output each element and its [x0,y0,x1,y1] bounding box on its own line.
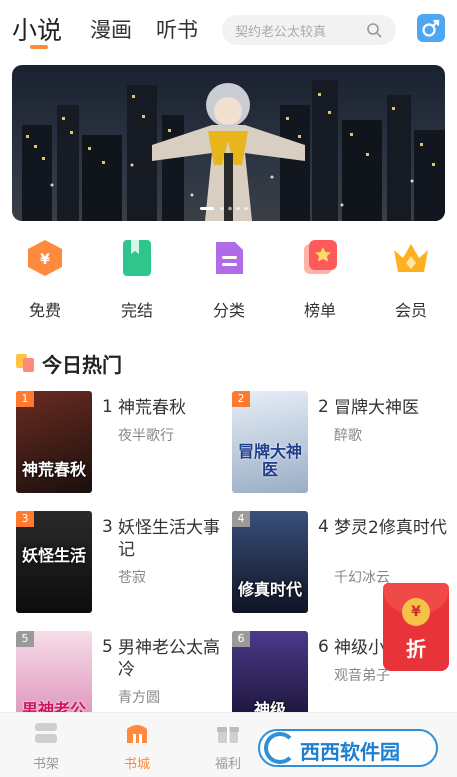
category-ranking[interactable]: 榜单 [290,238,350,321]
gender-switch-button[interactable] [417,14,445,42]
svg-text:¥: ¥ [40,252,50,268]
category-label: 榜单 [303,301,336,320]
book-title: 冒牌大神医 [334,398,419,418]
document-icon [209,238,249,278]
green-book-icon [117,238,157,278]
category-label: 完结 [120,301,153,320]
nav-label: 书架 [32,757,59,772]
category-vip[interactable]: 会员 [381,238,441,321]
nav-bookstore[interactable]: 书城 [107,721,167,772]
watermark-logo-icon [264,732,296,764]
site-watermark: 西西软件园 [258,729,438,767]
yen-coin-icon: ¥ [402,598,430,626]
top-header: 小说 漫画 听书 契约老公太较真 [0,0,457,58]
book-item[interactable]: 3 妖怪生活 3 妖怪生活大事记 苍寂 [16,511,231,621]
banner-artwork [22,80,445,221]
category-completed[interactable]: 完结 [107,238,167,321]
cover-title: 冒牌大神医 [237,442,302,479]
book-number: 5 [102,637,113,657]
rank-badge: 6 [232,631,250,647]
search-bar[interactable]: 契约老公太较真 [222,15,396,45]
book-author: 夜半歌行 [118,428,174,444]
male-symbol-icon [422,19,440,37]
book-number: 3 [102,517,113,537]
cover-title: 妖怪生活 [21,546,86,565]
book-author: 苍寂 [118,570,146,586]
book-cover: 1 神荒春秋 [16,391,92,493]
book-number: 6 [318,637,329,657]
nav-label: 福利 [214,757,241,772]
book-cover: 4 修真时代 [232,511,308,613]
promo-banner[interactable] [12,65,445,221]
section-mark-icon [16,354,34,372]
crown-icon [391,238,431,278]
book-title: 男神老公太高冷 [118,638,220,680]
tab-novel[interactable]: 小说 [12,11,62,47]
rank-badge: 3 [16,511,34,527]
bookshelf-icon [33,721,59,745]
book-author: 观音弟子 [334,668,390,684]
category-free[interactable]: ¥ 免费 [15,238,75,321]
book-item[interactable]: 2 冒牌大神医 2 冒牌大神医 醉歌 [232,391,447,501]
book-cover: 3 妖怪生活 [16,511,92,613]
rank-badge: 5 [16,631,34,647]
book-author: 千幻冰云 [334,570,390,586]
cover-title: 神荒春秋 [21,460,86,479]
book-title: 妖怪生活大事记 [118,518,220,560]
ranking-badge-icon [300,238,340,278]
section-title: 今日热门 [42,353,122,377]
book-title: 梦灵2修真时代 [334,518,447,538]
book-item[interactable]: 1 神荒春秋 1 神荒春秋 夜半歌行 [16,391,231,501]
rank-badge: 2 [232,391,250,407]
rank-badge: 1 [16,391,34,407]
bookstore-icon [124,721,150,745]
category-label: 分类 [212,301,245,320]
rank-badge: 4 [232,511,250,527]
gift-icon [215,721,241,745]
book-cover: 2 冒牌大神医 [232,391,308,493]
search-icon [367,23,382,38]
book-author: 醉歌 [334,428,362,444]
yen-hexagon-icon: ¥ [25,238,65,278]
category-label: 免费 [28,301,61,320]
book-number: 4 [318,517,329,537]
red-packet-button[interactable]: ¥ 折 [383,583,449,671]
tab-audiobook[interactable]: 听书 [156,14,198,44]
search-placeholder: 契约老公太较真 [235,25,327,40]
tab-comic[interactable]: 漫画 [90,14,132,44]
book-number: 1 [102,397,113,417]
nav-label: 书城 [123,757,150,772]
book-number: 2 [318,397,329,417]
tab-active-indicator [30,45,48,49]
category-label: 会员 [394,301,427,320]
nav-bookshelf[interactable]: 书架 [16,721,76,772]
nav-welfare[interactable]: 福利 [198,721,258,772]
book-author: 青方圆 [118,690,160,706]
book-title: 神荒春秋 [118,398,186,418]
red-packet-label: 折 [406,637,426,661]
category-classify[interactable]: 分类 [199,238,259,321]
cover-title: 修真时代 [237,580,302,599]
watermark-text: 西西软件园 [300,740,400,764]
